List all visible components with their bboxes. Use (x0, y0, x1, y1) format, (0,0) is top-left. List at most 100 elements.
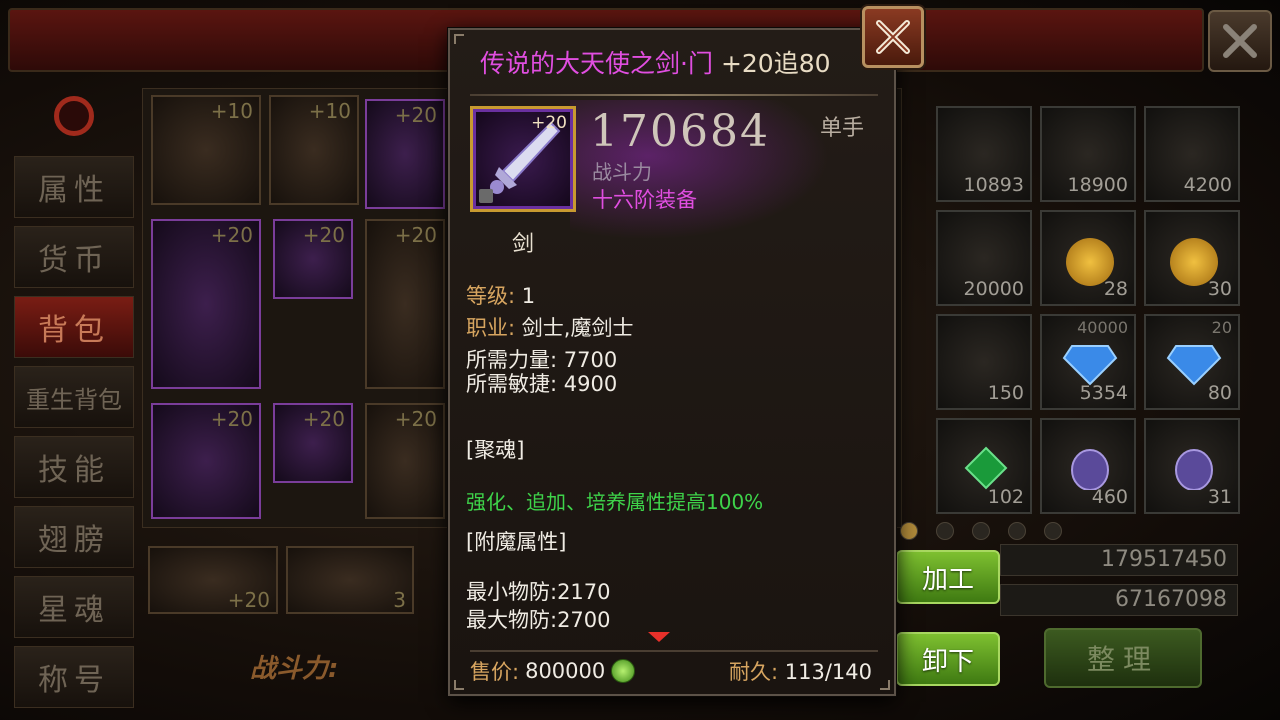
tab-wings[interactable]: 翅膀 (14, 506, 134, 568)
class-value: 剑士,魔剑士 (521, 316, 634, 340)
page-indicator (900, 522, 1062, 540)
item-count: 4200 (1183, 174, 1232, 196)
process-button[interactable]: 加工 (896, 550, 1000, 604)
inventory-slot[interactable]: 102 (936, 418, 1032, 514)
agility-requirement: 所需敏捷: 4900 (466, 372, 618, 396)
combat-power-value: 170684 (590, 106, 770, 157)
tab-logo (14, 84, 134, 148)
scroll-down-arrow-icon[interactable] (648, 632, 670, 642)
page-dot[interactable] (1044, 522, 1062, 540)
class-stat: 职业: 剑士,魔剑士 (466, 312, 633, 342)
class-label: 职业: (466, 316, 516, 340)
tab-star-soul[interactable]: 星魂 (14, 576, 134, 638)
close-icon (1223, 24, 1257, 58)
icon-enhance-level: +20 (531, 113, 567, 133)
slot-level: +10 (308, 99, 351, 123)
inventory-slot[interactable]: 28 (1040, 210, 1136, 306)
equip-slot[interactable]: +20 (365, 219, 445, 389)
inventory-slot[interactable]: 30 (1144, 210, 1240, 306)
level-stat: 等级: 1 (466, 280, 535, 310)
soul-drop-icon (1071, 449, 1109, 490)
hand-type: 单手 (819, 116, 864, 141)
level-value: 1 (521, 284, 536, 308)
equip-slot[interactable]: +20 (273, 403, 353, 483)
tab-attributes[interactable]: 属性 (14, 156, 134, 218)
slot-level: +10 (210, 99, 253, 123)
durability-value: 113/140 (784, 660, 872, 684)
corner-ornament (880, 680, 890, 690)
slot-level: +20 (210, 407, 253, 431)
item-count: 18900 (1067, 174, 1128, 196)
corner-ornament (454, 34, 464, 44)
item-count: 5354 (1079, 382, 1128, 404)
item-top-count: 20 (1211, 318, 1232, 337)
equipment-tier: 十六阶装备 (592, 188, 697, 212)
inventory-slot[interactable]: 150 (936, 314, 1032, 410)
item-count: 102 (987, 486, 1024, 508)
tooltip-close-button[interactable] (862, 6, 924, 68)
slot-level: +20 (302, 407, 345, 431)
accessory-slot[interactable]: 3 (286, 546, 414, 614)
equip-slot[interactable]: +10 (151, 95, 261, 205)
equip-slot[interactable]: +10 (269, 95, 359, 205)
inventory-slot[interactable]: 4200 (1144, 106, 1240, 202)
corner-ornament (454, 680, 464, 690)
unequip-button[interactable]: 卸下 (896, 632, 1000, 686)
item-count: 10893 (963, 174, 1024, 196)
background-close-button[interactable] (1208, 10, 1272, 72)
durability-label: 耐久: (728, 660, 779, 684)
diamond-icon (1062, 345, 1118, 386)
accessory-slot[interactable]: +20 (148, 546, 278, 614)
equip-slot[interactable]: +20 (365, 99, 445, 209)
tab-rebirth-backpack[interactable]: 重生背包 (14, 366, 134, 428)
equip-slot[interactable]: +20 (151, 219, 261, 389)
tab-skills[interactable]: 技能 (14, 436, 134, 498)
tab-currency[interactable]: 货币 (14, 226, 134, 288)
item-count: 150 (987, 382, 1024, 404)
inventory-slot[interactable]: 20 80 (1144, 314, 1240, 410)
item-count: 20000 (963, 278, 1024, 300)
item-count: 30 (1207, 278, 1232, 300)
item-enhance-level: +20追80 (720, 49, 831, 78)
combat-power-caption: 战斗力 (592, 160, 652, 184)
footer-divider (470, 650, 878, 652)
item-type: 剑 (512, 232, 535, 257)
inventory-slot[interactable]: 460 (1040, 418, 1136, 514)
page-dot[interactable] (936, 522, 954, 540)
inventory-slot[interactable]: 10893 (936, 106, 1032, 202)
slot-level: +20 (394, 223, 437, 247)
page-dot[interactable] (1008, 522, 1026, 540)
equip-slot[interactable]: +20 (365, 403, 445, 519)
combat-power-label: 战斗力: (250, 654, 339, 684)
title-divider (470, 94, 878, 96)
soul-drop-icon (1175, 449, 1213, 490)
tab-titles[interactable]: 称号 (14, 646, 134, 708)
price-value: 800000 (525, 659, 606, 683)
item-count: 460 (1091, 486, 1128, 508)
currency-1-value: 179517450 (1000, 544, 1238, 576)
equip-slot[interactable]: +20 (273, 219, 353, 299)
slot-level: +20 (227, 588, 270, 612)
sort-button[interactable]: 整理 (1044, 628, 1202, 688)
item-name: 传说的大天使之剑·门 (480, 49, 713, 78)
logo-icon (54, 96, 94, 136)
inventory-slot[interactable]: 40000 5354 (1040, 314, 1136, 410)
durability: 耐久: 113/140 (729, 656, 872, 686)
item-icon-frame: +20 (470, 106, 576, 212)
slot-level: +20 (394, 103, 437, 127)
max-physical-defense: 最大物防:2700 (466, 608, 611, 632)
sell-price: 售价: 800000 (470, 656, 636, 686)
equip-slot[interactable]: +20 (151, 403, 261, 519)
page-dot[interactable] (900, 522, 918, 540)
inventory-slot[interactable]: 18900 (1040, 106, 1136, 202)
item-count: 31 (1207, 486, 1232, 508)
gem-currency-icon (611, 659, 636, 683)
inventory-slot[interactable]: 20000 (936, 210, 1032, 306)
item-count: 80 (1207, 382, 1232, 404)
item-tooltip: 传说的大天使之剑·门 +20追80 +20 170684 战斗力 十六阶装备 单手… (448, 28, 896, 696)
page-dot[interactable] (972, 522, 990, 540)
inventory-slot[interactable]: 31 (1144, 418, 1240, 514)
soul-bonus-text: 强化、追加、培养属性提高100% (466, 490, 764, 514)
tab-backpack[interactable]: 背包 (14, 296, 134, 358)
enchant-section-heading: [附魔属性] (466, 530, 567, 554)
